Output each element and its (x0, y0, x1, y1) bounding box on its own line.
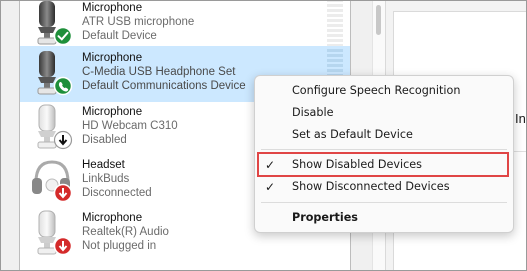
microphone-icon (30, 1, 74, 47)
disconnected-badge-icon (53, 183, 73, 203)
device-name: Microphone (82, 2, 143, 14)
menu-item-disable[interactable]: Disable (255, 102, 513, 124)
device-row[interactable]: Microphone ATR USB microphone Default De… (20, 1, 350, 52)
disabled-arrow-badge-icon (53, 130, 73, 150)
device-status: Default Device (82, 30, 157, 42)
scrollbar-thumb[interactable] (376, 5, 381, 35)
device-text: Microphone C-Media USB Headphone Set Def… (82, 51, 246, 93)
device-name: Headset (82, 159, 125, 171)
device-name: Microphone (82, 212, 143, 224)
menu-item-label: Show Disconnected Devices (292, 180, 450, 193)
headset-icon (30, 156, 74, 204)
device-description: ATR USB microphone (82, 16, 195, 28)
menu-item-label: Properties (292, 211, 358, 224)
menu-item-label: Disable (292, 106, 334, 119)
device-description: Realtek(R) Audio (82, 226, 169, 238)
highlight-box (257, 152, 509, 177)
window-frame: Microphone ATR USB microphone Default De… (0, 0, 527, 271)
microphone-icon (30, 209, 74, 257)
menu-item-set-default-device[interactable]: Set as Default Device (255, 124, 513, 146)
menu-item-label: Configure Speech Recognition (292, 84, 461, 97)
menu-item-label: Set as Default Device (292, 128, 413, 141)
device-text: Microphone Realtek(R) Audio Not plugged … (82, 211, 169, 253)
device-description: C-Media USB Headphone Set (82, 66, 236, 78)
menu-separator (261, 202, 507, 203)
device-name: Microphone (82, 52, 143, 64)
checkmark-icon: ✓ (265, 180, 276, 194)
device-status: Disconnected (82, 187, 152, 199)
phone-badge-icon (53, 76, 73, 96)
level-meter (327, 1, 343, 49)
checkmark-badge-icon (53, 26, 73, 46)
device-status: Default Communications Device (82, 80, 246, 92)
device-description: LinkBuds (82, 173, 130, 185)
device-description: HD Webcam C310 (82, 120, 178, 132)
device-name: Microphone (82, 106, 143, 118)
microphone-icon (30, 49, 74, 97)
menu-item-properties[interactable]: Properties (255, 207, 513, 229)
menu-item-configure-speech-recognition[interactable]: Configure Speech Recognition (255, 80, 513, 102)
device-status: Disabled (82, 134, 127, 146)
device-text: Microphone HD Webcam C310 Disabled (82, 105, 178, 147)
microphone-icon (30, 103, 74, 151)
unplugged-badge-icon (53, 236, 73, 256)
device-status: Not plugged in (82, 240, 157, 252)
menu-item-show-disconnected-devices[interactable]: ✓ Show Disconnected Devices (255, 176, 513, 198)
device-text: Headset LinkBuds Disconnected (82, 158, 152, 200)
device-text: Microphone ATR USB microphone Default De… (82, 1, 194, 43)
menu-separator (261, 149, 507, 150)
right-panel-text: In (515, 111, 526, 126)
